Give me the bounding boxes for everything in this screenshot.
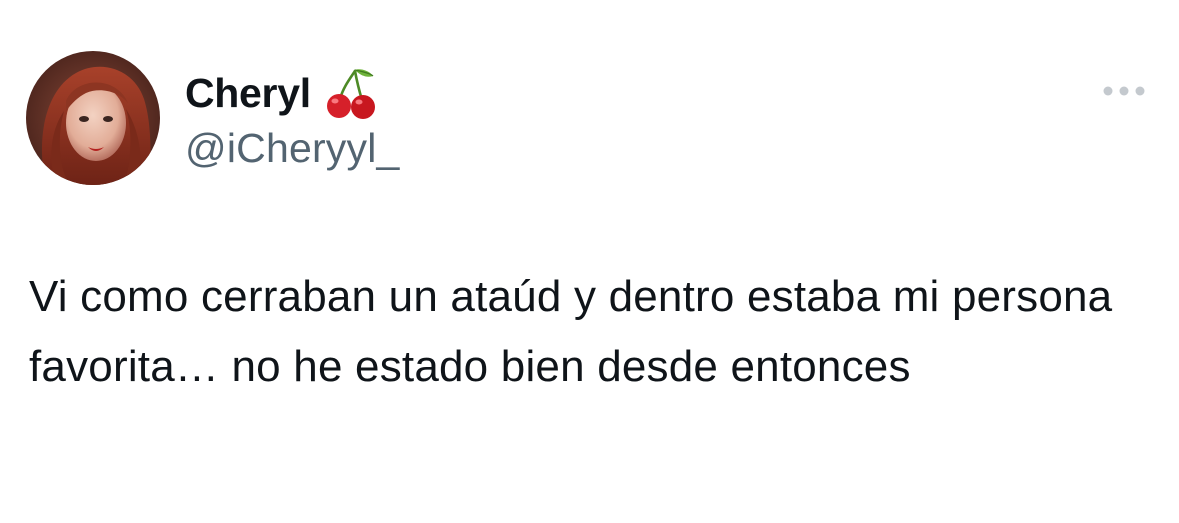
author-name-row: Cheryl bbox=[185, 66, 377, 120]
tweet-text: Vi como cerraban un ataúd y dentro estab… bbox=[29, 272, 1113, 391]
display-name[interactable]: Cheryl bbox=[185, 66, 311, 120]
tweet-card: Cheryl @iCheryyl_ Vi como cerraban un at… bbox=[0, 0, 1179, 523]
avatar[interactable] bbox=[26, 51, 160, 185]
user-handle[interactable]: @iCheryyl_ bbox=[185, 122, 400, 174]
more-options-icon bbox=[1103, 86, 1145, 96]
more-options-button[interactable] bbox=[1098, 78, 1150, 104]
profile-photo bbox=[26, 51, 160, 185]
cherries-icon bbox=[325, 66, 377, 120]
